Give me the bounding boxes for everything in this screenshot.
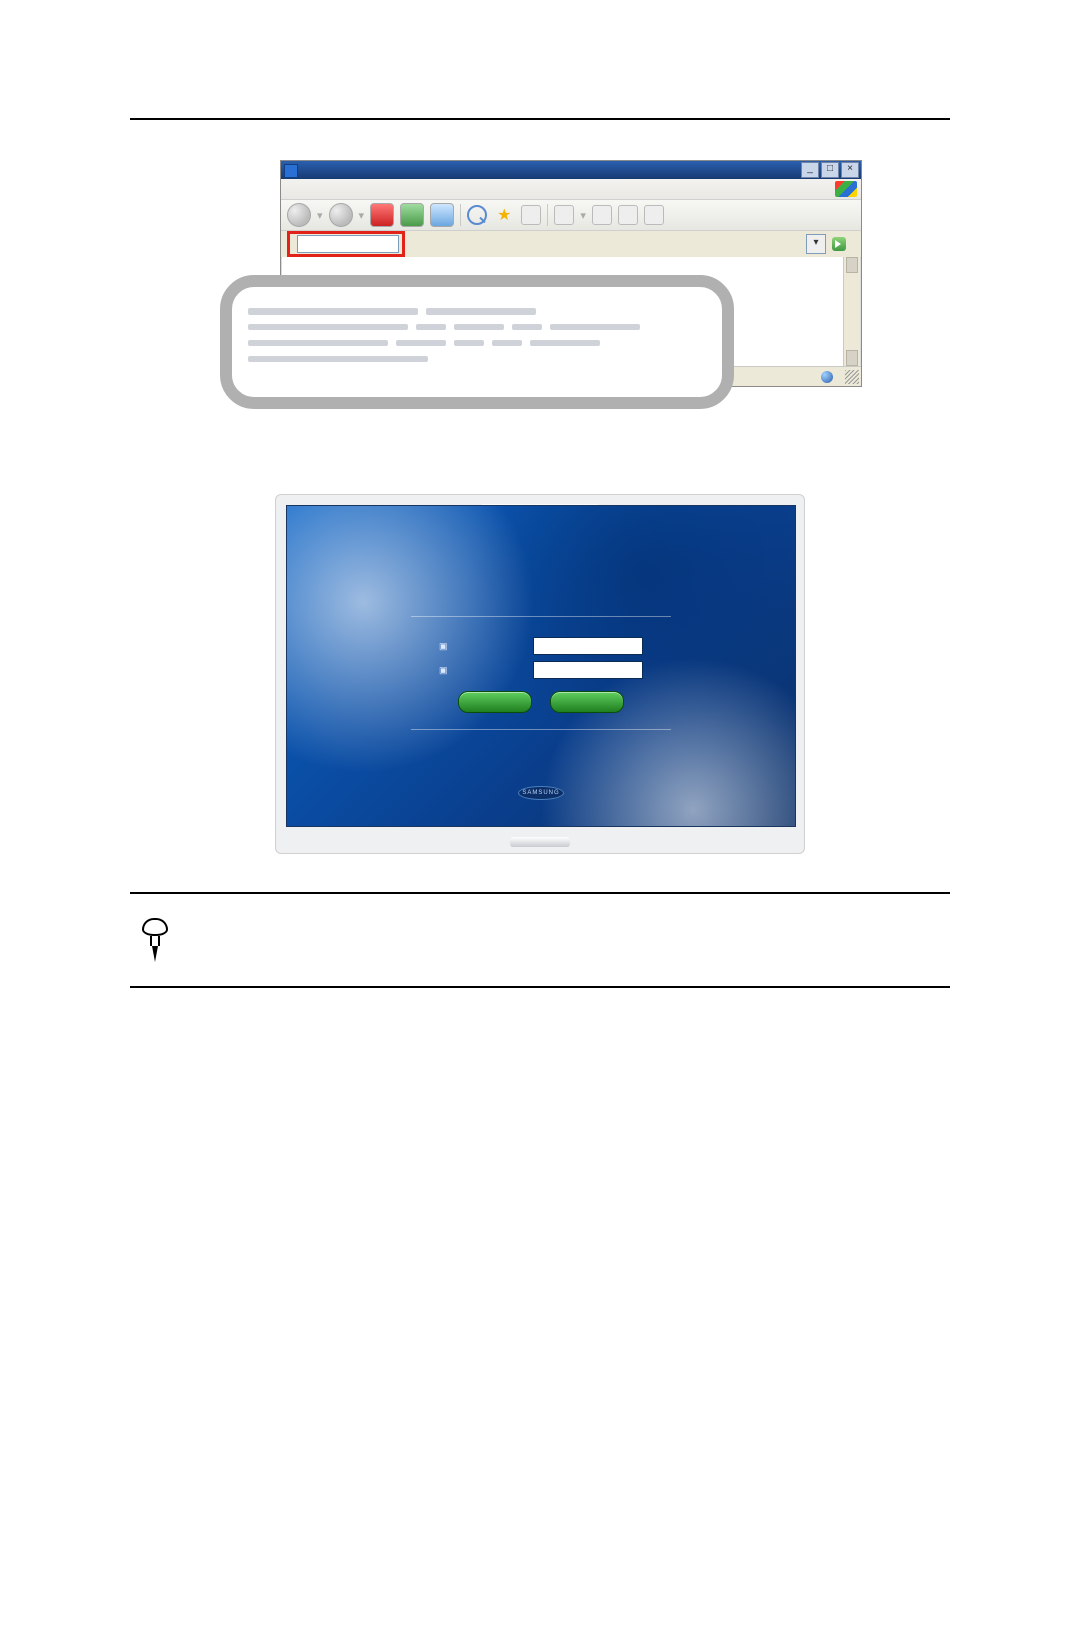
stop-icon[interactable]: [370, 203, 394, 227]
home-icon[interactable]: [430, 203, 454, 227]
resize-grip-icon: [845, 370, 859, 384]
back-icon[interactable]: [287, 203, 311, 227]
zoom-callout: [220, 275, 734, 409]
section-header: [130, 110, 950, 120]
ie-toolbar: ▾ ▾ ★ ▾: [281, 200, 861, 231]
password-input[interactable]: [533, 661, 643, 679]
ipolis-footer: [287, 786, 795, 808]
print-icon[interactable]: [592, 205, 612, 225]
edit-icon[interactable]: [618, 205, 638, 225]
go-button[interactable]: [832, 237, 849, 251]
scrollbar[interactable]: [843, 257, 860, 366]
internet-zone-icon: [821, 371, 833, 383]
minimize-icon[interactable]: _: [801, 162, 819, 178]
ie-screenshot-figure: _ □ × ▾ ▾: [220, 160, 860, 420]
login-button[interactable]: [550, 691, 624, 713]
discuss-icon[interactable]: [644, 205, 664, 225]
ie-menu-bar: [281, 179, 861, 200]
note-block: [130, 894, 950, 988]
maximize-icon[interactable]: □: [821, 162, 839, 178]
go-arrow-icon: [832, 237, 846, 251]
ie-address-bar: ▾: [281, 231, 861, 258]
mail-icon[interactable]: [554, 205, 574, 225]
monitor-bottom-button: [510, 837, 570, 847]
history-icon[interactable]: [521, 205, 541, 225]
guest-button[interactable]: [458, 691, 532, 713]
search-icon: [467, 205, 487, 225]
address-dropdown-icon[interactable]: ▾: [806, 234, 826, 254]
ipolis-screenshot: [275, 494, 805, 854]
address-highlight: [287, 231, 405, 257]
windows-flag-icon: [835, 181, 857, 197]
pushpin-icon: [136, 916, 176, 964]
login-panel: [411, 616, 671, 730]
samsung-logo-icon: [518, 786, 564, 800]
ie-titlebar: _ □ ×: [281, 161, 861, 179]
user-id-input[interactable]: [533, 637, 643, 655]
refresh-icon[interactable]: [400, 203, 424, 227]
address-input[interactable]: [297, 235, 399, 253]
password-label: [439, 664, 523, 676]
close-icon[interactable]: ×: [841, 162, 859, 178]
search-button[interactable]: [467, 205, 491, 225]
star-icon: ★: [497, 205, 511, 225]
user-id-label: [439, 640, 523, 652]
favorites-button[interactable]: ★: [497, 205, 515, 225]
forward-icon[interactable]: [329, 203, 353, 227]
